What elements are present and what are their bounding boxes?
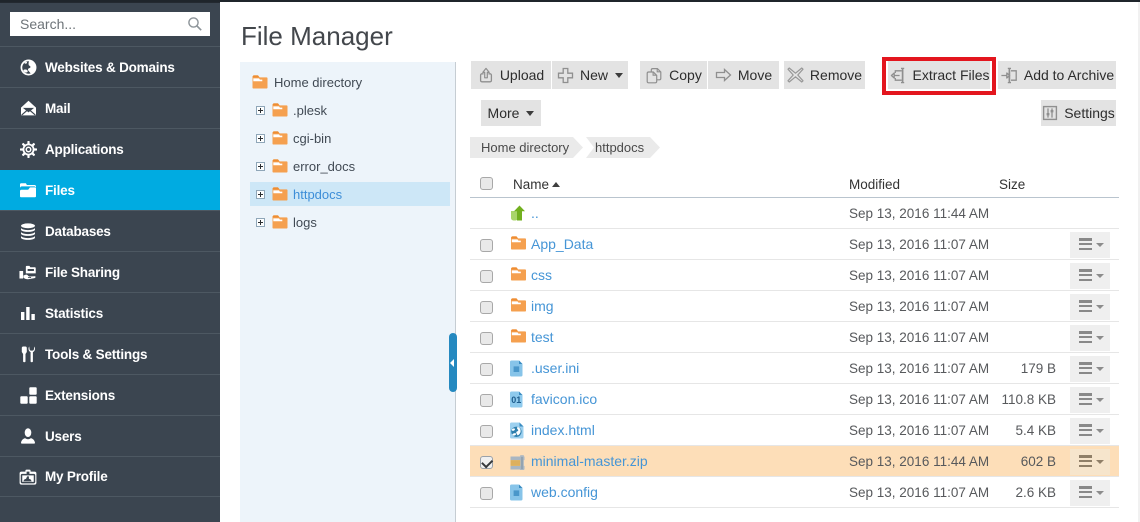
svg-text:01: 01 — [511, 395, 521, 405]
